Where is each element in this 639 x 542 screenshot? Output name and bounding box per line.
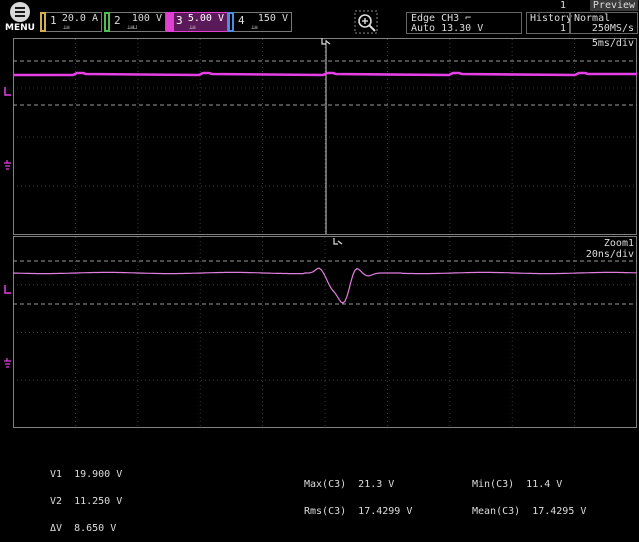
history-count: 1: [559, 23, 566, 34]
channel-markers: [4, 87, 11, 368]
channel-2-setting[interactable]: 2 100 V ⊥≡⊔: [104, 12, 166, 32]
channel-3-coupling-icon: ⊥≡: [189, 24, 196, 31]
cursor-delta-value: ΔV 8.650 V: [50, 523, 117, 534]
trigger-level-marker-main[interactable]: [4, 87, 11, 96]
menu-button[interactable]: MENU: [2, 1, 36, 35]
channel-2-scale: 100 V: [131, 13, 162, 24]
sample-rate: 250MS/s: [591, 23, 634, 34]
channel-4-setting[interactable]: 4 150 V ⊥≡: [228, 12, 292, 32]
measurement-max: Max(C3) 21.3 V: [304, 479, 395, 490]
channel-3-setting[interactable]: 3 5.00 V ⊥≡: [166, 12, 228, 32]
zoom-pane-grid: [13, 237, 637, 428]
channel-1-number: 1: [50, 14, 57, 27]
measurement-max-rms: Max(C3) 21.3 V Rms(C3) 17.4299 V: [304, 462, 412, 525]
acquisition-settings[interactable]: Normal 250MS/s: [570, 12, 638, 34]
zoom-icon[interactable]: [354, 10, 378, 34]
channel-1-setting[interactable]: 1 20.0 A ⊥≡: [40, 12, 102, 32]
trigger-level-marker-zoom[interactable]: [4, 285, 11, 294]
cursor-readout: V1 19.900 V V2 11.250 V ΔV 8.650 V: [50, 452, 122, 542]
cursor-v1-value: V1 19.900 V: [50, 469, 123, 480]
measurement-rms: Rms(C3) 17.4299 V: [304, 506, 413, 517]
measurement-min: Min(C3) 11.4 V: [472, 479, 563, 490]
preview-label: Preview: [590, 0, 638, 11]
measurement-min-mean: Min(C3) 11.4 V Mean(C3) 17.4295 V: [472, 462, 586, 525]
channel-4-coupling-icon: ⊥≡: [251, 24, 258, 31]
cursor-v2-value: V2 11.250 V: [50, 496, 123, 507]
trigger-settings[interactable]: Edge CH3 ⌐ Auto 13.30 V: [406, 12, 522, 34]
menu-label: MENU: [5, 23, 35, 33]
channel-1-coupling-icon: ⊥≡: [63, 24, 70, 31]
trigger-level: Auto 13.30 V: [411, 23, 484, 34]
channel-3-scale: 5.00 V: [187, 13, 224, 24]
ch3-ground-marker-zoom[interactable]: [4, 358, 11, 368]
measurement-mean: Mean(C3) 17.4295 V: [472, 506, 587, 517]
channel-3-number: 3: [176, 14, 183, 27]
top-bar: MENU 1 20.0 A ⊥≡ 2 100 V ⊥≡⊔ 3 5.00 V ⊥≡…: [0, 0, 639, 36]
main-pane-grid: [13, 39, 637, 235]
main-timebase-label: 5ms/div: [592, 38, 634, 49]
history-settings[interactable]: History 1: [526, 12, 572, 34]
zoom-pane-title: Zoom1: [604, 238, 634, 249]
channel-4-number: 4: [238, 14, 245, 27]
zoom-timebase-label: 20ns/div: [586, 249, 634, 260]
menu-icon: [10, 2, 30, 22]
preview-frame-number: 1: [560, 0, 567, 11]
channel-2-coupling-icon: ⊥≡⊔: [127, 24, 137, 31]
channel-2-number: 2: [114, 14, 121, 27]
trigger-position-marker-zoom[interactable]: [333, 238, 343, 245]
ch3-trace-main: [13, 71, 637, 77]
channel-4-scale: 150 V: [257, 13, 288, 24]
waveform-display[interactable]: 5ms/div Zoom1 20ns/div: [12, 38, 638, 428]
ch3-ground-marker-main[interactable]: [4, 160, 11, 170]
channel-1-scale: 20.0 A: [61, 13, 98, 24]
